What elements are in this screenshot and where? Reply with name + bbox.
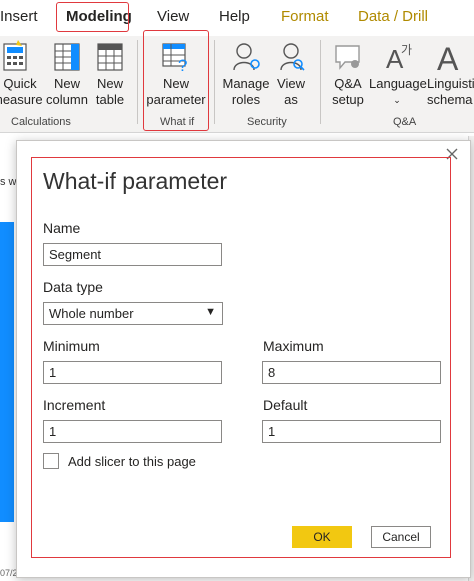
cancel-button[interactable]: Cancel: [371, 526, 431, 548]
language-icon: A 가: [386, 43, 412, 72]
manage-roles-label-1: Manage: [222, 76, 270, 91]
language-dropdown-arrow: ⌄: [393, 95, 401, 105]
ribbon-separator: [137, 40, 138, 124]
new-column-label-1: New: [53, 76, 80, 91]
new-column-icon: [54, 43, 80, 71]
tab-help[interactable]: Help: [219, 8, 250, 25]
ok-button[interactable]: OK: [292, 526, 352, 548]
qa-setup-label-1: Q&A: [334, 76, 362, 91]
canvas-blue-visual: [0, 222, 14, 522]
dialog-content-highlight: [31, 157, 451, 558]
maximum-input[interactable]: 8: [262, 361, 441, 384]
canvas-visual-label: s w: [0, 176, 17, 188]
dialog-title: What-if parameter: [43, 168, 228, 194]
name-label: Name: [43, 220, 81, 236]
new-table-icon: [97, 43, 123, 71]
ribbon-separator: [320, 40, 321, 124]
manage-roles-label-2: roles: [231, 92, 261, 107]
language-label: Language: [369, 76, 427, 91]
linguistic-schema-button[interactable]: A Linguistic schema: [427, 40, 474, 108]
default-label: Default: [263, 397, 308, 413]
linguistic-schema-icon: A: [437, 41, 459, 72]
tab-insert[interactable]: Insert: [0, 8, 38, 25]
quick-measure-label-1: Quick: [3, 76, 37, 91]
increment-label: Increment: [43, 397, 106, 413]
linguistic-schema-label-1: Linguistic: [427, 76, 474, 91]
linguistic-schema-label-2: schema: [427, 92, 473, 107]
new-table-label-2: table: [95, 92, 125, 107]
qa-setup-button[interactable]: Q&A setup: [328, 40, 368, 108]
svg-text:A: A: [437, 41, 459, 72]
increment-input[interactable]: 1: [43, 420, 222, 443]
data-type-select[interactable]: Whole number ▼: [43, 302, 223, 325]
calculator-icon: [3, 40, 27, 71]
view-as-icon: [280, 43, 305, 71]
ribbon: Quick measure New column New table Calcu…: [0, 30, 474, 133]
ribbon-tab-bar: Insert Modeling View Help Format Data / …: [0, 0, 474, 36]
tab-data-drill[interactable]: Data / Drill: [358, 8, 428, 25]
svg-text:가: 가: [401, 43, 412, 57]
minimum-input[interactable]: 1: [43, 361, 222, 384]
qa-setup-label-2: setup: [332, 92, 364, 107]
ribbon-separator: [214, 40, 215, 124]
add-slicer-checkbox[interactable]: [43, 453, 59, 469]
new-table-label-1: New: [96, 76, 123, 91]
new-column-button[interactable]: New column: [46, 40, 88, 108]
qa-group-label: Q&A: [393, 116, 417, 128]
quick-measure-label-2: measure: [0, 92, 43, 107]
security-group-label: Security: [247, 116, 287, 128]
view-as-button[interactable]: View as: [274, 40, 308, 108]
new-parameter-highlight: [143, 30, 209, 131]
view-as-label-1: View: [277, 76, 305, 91]
manage-roles-icon: [233, 43, 260, 71]
manage-roles-button[interactable]: Manage roles: [222, 40, 270, 108]
chevron-down-icon: ▼: [205, 306, 216, 318]
tab-view[interactable]: View: [157, 8, 189, 25]
data-type-value: Whole number: [49, 306, 134, 321]
name-input[interactable]: Segment: [43, 243, 222, 266]
new-table-button[interactable]: New table: [92, 40, 128, 108]
new-column-label-2: column: [46, 92, 88, 107]
calculations-group-label: Calculations: [11, 116, 71, 128]
qa-setup-icon: [335, 45, 360, 70]
data-type-label: Data type: [43, 279, 103, 295]
maximum-label: Maximum: [263, 338, 324, 354]
modeling-tab-highlight: [56, 2, 129, 32]
add-slicer-label[interactable]: Add slicer to this page: [68, 454, 196, 469]
view-as-label-2: as: [284, 92, 298, 107]
language-button[interactable]: A 가 Language ⌄: [369, 40, 427, 108]
quick-measure-button[interactable]: Quick measure: [0, 40, 43, 108]
default-input[interactable]: 1: [262, 420, 441, 443]
tab-format[interactable]: Format: [281, 8, 329, 25]
minimum-label: Minimum: [43, 338, 100, 354]
